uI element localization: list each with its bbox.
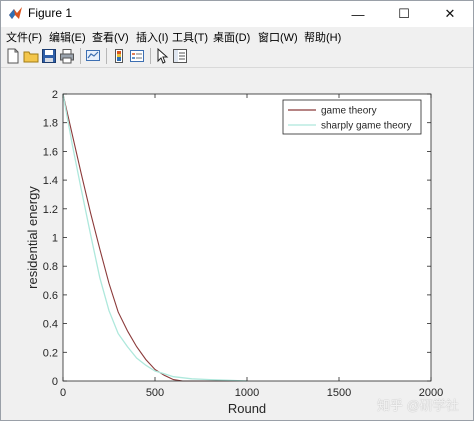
toolbar-separator: [80, 48, 81, 64]
menu-file[interactable]: 文件(F): [6, 29, 42, 45]
toolbar: [1, 45, 473, 68]
legend[interactable]: game theory sharply game theory: [282, 99, 422, 135]
figure-window: Figure 1 — ☐ ✕ 文件(F) 编辑(E) 查看(V) 插入(I) 工…: [0, 0, 474, 421]
y-tick-label: 1.2: [43, 204, 58, 216]
y-tick-label: 1.4: [43, 175, 58, 187]
maximize-icon: ☐: [398, 6, 410, 21]
menu-insert[interactable]: 插入(I): [136, 29, 168, 45]
insert-colorbar-icon[interactable]: [111, 48, 127, 64]
x-axis-label: Round: [228, 401, 266, 416]
legend-label-sharply-game-theory: sharply game theory: [321, 121, 412, 132]
minimize-button[interactable]: —: [335, 1, 381, 27]
save-icon[interactable]: [41, 48, 57, 64]
menu-view[interactable]: 查看(V): [92, 29, 129, 45]
maximize-button[interactable]: ☐: [381, 1, 427, 27]
close-icon: ✕: [444, 6, 456, 21]
new-figure-icon[interactable]: [5, 48, 21, 64]
line-chart[interactable]: 0 500 1000 1500 200000.20.40.60.811.21.41.61…: [1, 68, 473, 420]
y-tick-label: 0.2: [43, 347, 58, 359]
close-button[interactable]: ✕: [427, 1, 473, 27]
x-tick-label: 500: [146, 387, 164, 399]
x-tick-label: 1500: [327, 387, 351, 399]
matlab-app-icon: [9, 7, 22, 19]
select-arrow-icon[interactable]: [154, 48, 170, 64]
property-inspector-icon[interactable]: [172, 48, 188, 64]
axes-background: [63, 94, 431, 381]
figure-canvas: 0 500 1000 1500 2000 0 0.2 0.4 0.6 0.8 1 1.2 1.4 1.6 1…: [1, 68, 473, 420]
minimize-icon: —: [351, 6, 365, 22]
toolbar-separator: [106, 48, 107, 64]
menu-help[interactable]: 帮助(H): [304, 29, 341, 45]
menu-bar: 文件(F) 编辑(E) 查看(V) 插入(I) 工具(T) 桌面(D) 窗口(W…: [1, 27, 473, 45]
link-plot-icon[interactable]: [85, 48, 101, 64]
x-tick-label: 1000: [235, 387, 259, 399]
insert-legend-icon[interactable]: [129, 48, 145, 64]
y-tick-label: 0.8: [43, 261, 58, 273]
y-tick-label: 2: [52, 89, 58, 101]
watermark: 知乎 @研学社: [377, 398, 459, 413]
menu-desktop[interactable]: 桌面(D): [213, 29, 250, 45]
open-file-icon[interactable]: [23, 48, 39, 64]
print-icon[interactable]: [59, 48, 75, 64]
toolbar-separator: [150, 48, 151, 64]
menu-tools[interactable]: 工具(T): [172, 29, 208, 45]
window-title: Figure 1: [28, 6, 73, 20]
title-bar[interactable]: Figure 1 — ☐ ✕: [1, 1, 473, 27]
y-tick-label: 0.4: [43, 319, 58, 331]
y-tick-label: 1.6: [43, 146, 58, 158]
y-tick-label: 0.6: [43, 290, 58, 302]
y-axis-label: residential energy: [25, 186, 40, 289]
menu-window[interactable]: 窗口(W): [258, 29, 298, 45]
legend-label-game-theory: game theory: [321, 106, 377, 117]
y-tick-label: 1.8: [43, 118, 58, 130]
menu-edit[interactable]: 编辑(E): [49, 29, 86, 45]
x-tick-label: 0: [60, 387, 66, 399]
y-tick-label: 0: [52, 376, 58, 388]
y-tick-label: 1: [52, 233, 58, 245]
